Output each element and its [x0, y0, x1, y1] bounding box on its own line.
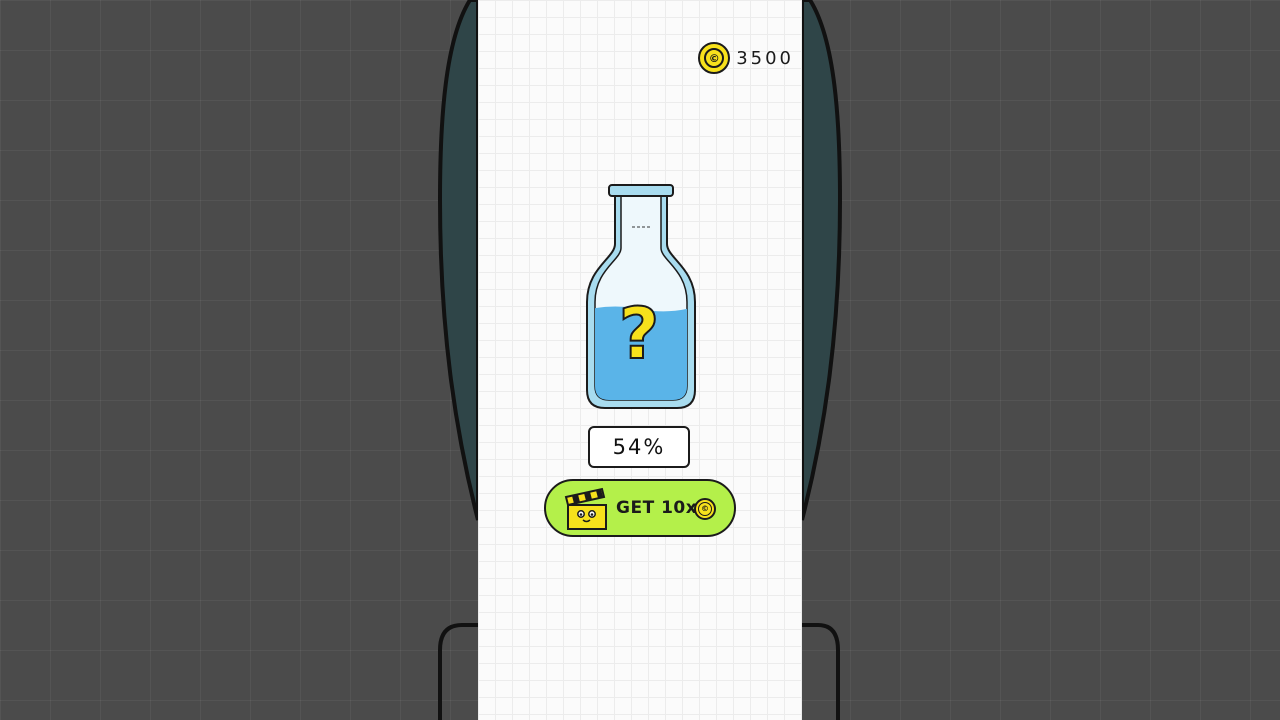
question-mark-icon: ?	[619, 293, 660, 375]
get-coins-reward-button[interactable]: GET 10x ©	[544, 479, 736, 537]
mystery-bottle[interactable]: ?	[581, 180, 701, 412]
coin-symbol: ©	[704, 48, 725, 68]
fill-percentage-box: 54%	[588, 426, 690, 468]
game-screen: © 3500 ? 54% GET 10x ©	[478, 0, 802, 720]
video-clapper-icon	[564, 487, 607, 530]
coin-icon: ©	[698, 42, 731, 74]
coin-count: 3500	[736, 47, 794, 69]
reward-button-label: GET 10x	[616, 498, 698, 518]
coin-counter: © 3500	[698, 40, 794, 76]
fill-percentage: 54%	[612, 435, 666, 459]
reward-coin-icon: ©	[694, 498, 716, 520]
reward-coin-symbol: ©	[698, 502, 712, 516]
bottle-cap	[608, 184, 674, 197]
